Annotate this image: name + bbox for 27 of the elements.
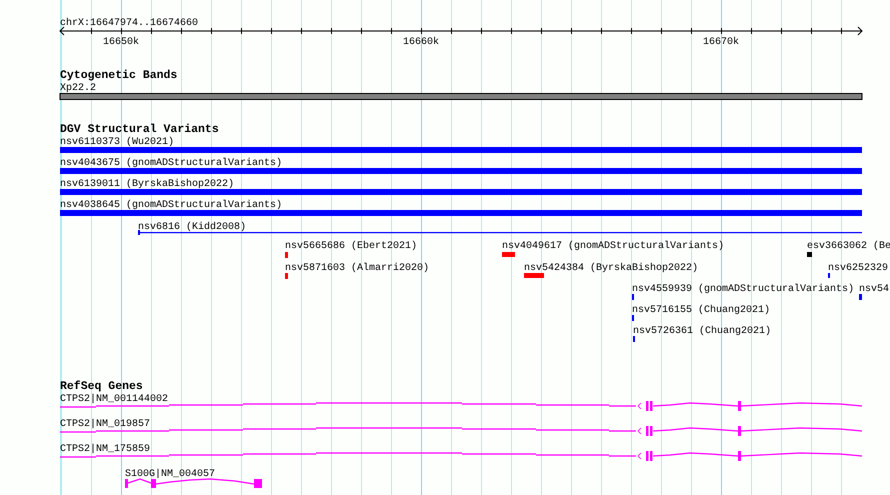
feature-label: nsv5871603 (Almarri2020)	[285, 263, 430, 274]
tick-label: 16650k	[103, 37, 139, 48]
feature-label: nsv4559939 (gnomADStructuralVariants)	[632, 284, 854, 295]
feature-label: nsv5716155 (Chuang2021)	[632, 305, 770, 316]
feature-label: nsv6139011 (ByrskaBishop2022)	[60, 179, 234, 190]
gene-label: CTPS2|NM_001144002	[60, 394, 168, 405]
feature-label: nsv5726361 (Chuang2021)	[633, 326, 772, 337]
track-title: RefSeq Genes	[60, 380, 143, 393]
feature-label: nsv5665686 (Ebert2021)	[285, 241, 418, 252]
track-title: DGV Structural Variants	[60, 123, 219, 136]
gene-label: CTPS2|NM_019857	[60, 419, 150, 430]
feature-label: nsv6816 (Kidd2008)	[138, 222, 246, 233]
locus-label: chrX:16647974..16674660	[60, 18, 198, 29]
feature-label: nsv4038645 (gnomADStructuralVariants)	[60, 200, 282, 211]
tick-label: 16670k	[703, 37, 739, 48]
feature-label: esv3663062 (Be	[807, 241, 890, 252]
band-label: Xp22.2	[60, 83, 96, 94]
tick-label: 16660k	[403, 37, 439, 48]
feature-label: nsv6252329	[828, 263, 888, 274]
track-title: Cytogenetic Bands	[60, 69, 178, 82]
feature-label: nsv6110373 (Wu2021)	[60, 137, 174, 148]
feature-label: nsv54	[859, 284, 890, 295]
feature-label: nsv5424384 (ByrskaBishop2022)	[524, 263, 698, 274]
gene-label: CTPS2|NM_175859	[60, 444, 150, 455]
gene-label: S100G|NM_004057	[125, 469, 216, 480]
feature-label: nsv4049617 (gnomADStructuralVariants)	[502, 241, 724, 252]
feature-label: nsv4043675 (gnomADStructuralVariants)	[60, 158, 282, 169]
